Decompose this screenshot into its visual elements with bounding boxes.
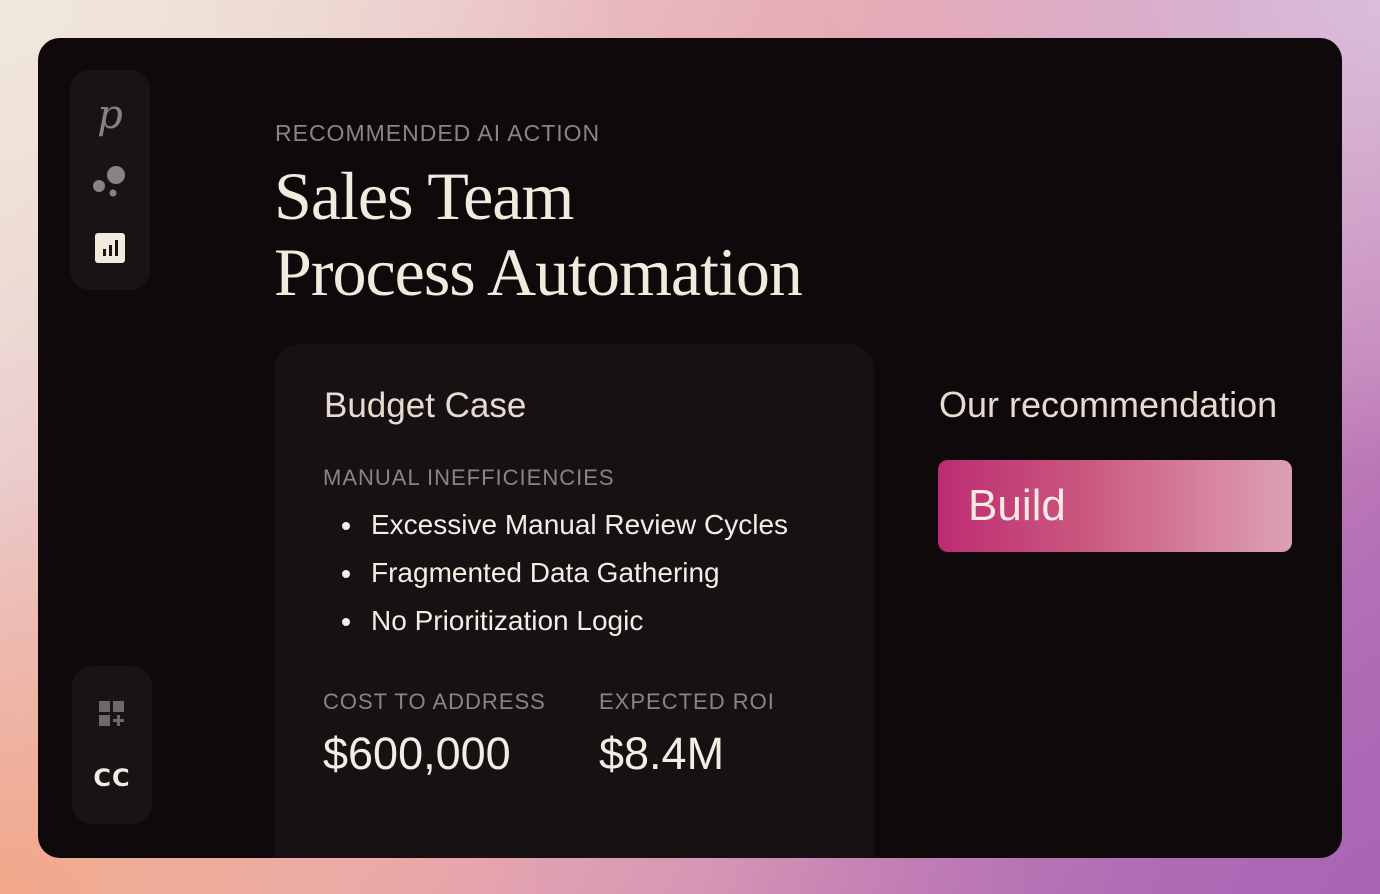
grid-add-icon[interactable]	[72, 694, 152, 734]
budget-case-card: Budget Case MANUAL INEFFICIENCIES Excess…	[274, 344, 874, 858]
cost-label: COST TO ADDRESS	[323, 689, 546, 714]
chart-icon-graphic	[95, 233, 125, 263]
build-button[interactable]: Build	[938, 460, 1292, 552]
list-item: Excessive Manual Review Cycles	[322, 506, 788, 554]
page-title: Sales Team Process Automation	[274, 158, 803, 310]
user-avatar-initials[interactable]: CC	[72, 758, 152, 798]
roi-label: EXPECTED ROI	[599, 689, 775, 714]
page-title-line-1: Sales Team	[274, 158, 574, 234]
cost-value: $600,000	[323, 728, 511, 779]
bubbles-icon-graphic	[93, 166, 125, 197]
chart-icon[interactable]	[70, 226, 150, 270]
recommendation-title: Our recommendation	[939, 384, 1278, 425]
inefficiencies-list: Excessive Manual Review Cycles Fragmente…	[322, 506, 788, 650]
sidebar-bottom-rail: CC	[72, 666, 152, 824]
page-title-line-2: Process Automation	[274, 234, 803, 310]
bubbles-icon[interactable]	[70, 160, 150, 204]
inefficiencies-label: MANUAL INEFFICIENCIES	[323, 465, 615, 490]
sidebar-top-rail: p	[70, 70, 150, 290]
roi-value: $8.4M	[599, 728, 725, 779]
app-logo[interactable]: p	[70, 92, 150, 138]
budget-case-title: Budget Case	[324, 386, 527, 425]
list-item: Fragmented Data Gathering	[322, 554, 788, 602]
list-item: No Prioritization Logic	[322, 602, 788, 650]
app-window: p CC RECOMMENDED AI ACTION Sales Team Pr…	[38, 38, 1342, 858]
grid-add-icon-graphic	[99, 701, 124, 726]
eyebrow-label: RECOMMENDED AI ACTION	[275, 120, 601, 146]
